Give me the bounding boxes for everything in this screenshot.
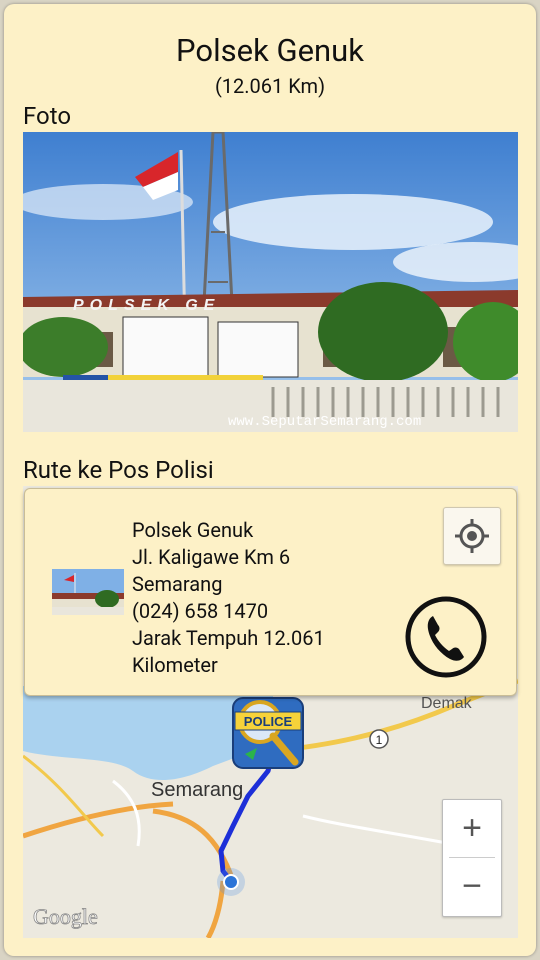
phone-icon [405, 596, 487, 678]
minus-icon: − [462, 867, 482, 905]
station-name: Polsek Genuk [132, 518, 254, 542]
map-city-label-demak: Demak [421, 695, 473, 712]
station-address-line2: Semarang [132, 572, 223, 596]
station-distance-line1: Jarak Tempuh 12.061 [132, 626, 325, 650]
station-thumbnail [52, 569, 124, 615]
zoom-in-button[interactable]: + [443, 800, 501, 857]
station-address-line1: Jl. Kaligawe Km 6 [132, 545, 291, 569]
svg-text:POLICE: POLICE [244, 714, 293, 729]
station-distance-line2: Kilometer [132, 653, 218, 677]
current-location-marker [217, 868, 245, 896]
station-phone: (024) 658 1470 [132, 599, 269, 623]
station-info-window: Polsek Genuk Jl. Kaligawe Km 6 Semarang … [24, 488, 517, 696]
road-number-badge: 1 [369, 729, 389, 749]
page-title: Polsek Genuk [176, 32, 364, 69]
detail-card: Polsek Genuk (12.061 Km) Foto POLSEK GE … [4, 4, 536, 956]
call-button[interactable] [403, 594, 489, 680]
map-city-label: Semarang [151, 779, 243, 801]
route-section-label: Rute ke Pos Polisi [23, 456, 214, 484]
google-attribution: Google [33, 904, 98, 929]
svg-text:1: 1 [376, 733, 383, 747]
building-sign-text: POLSEK GE [73, 297, 220, 314]
locate-button[interactable] [443, 507, 501, 565]
distance-subtitle: (12.061 Km) [214, 74, 326, 98]
map-zoom-controls: + − [442, 799, 502, 917]
photo-section-label: Foto [23, 102, 72, 130]
plus-icon: + [462, 809, 482, 847]
crosshair-icon [455, 519, 489, 553]
station-photo: POLSEK GE www.SeputarSemarang.com [23, 132, 518, 432]
photo-watermark: www.SeputarSemarang.com [228, 414, 421, 430]
zoom-out-button[interactable]: − [443, 858, 501, 915]
station-details: Polsek Genuk Jl. Kaligawe Km 6 Semarang … [132, 517, 325, 679]
police-station-marker[interactable]: POLICE [232, 697, 304, 769]
